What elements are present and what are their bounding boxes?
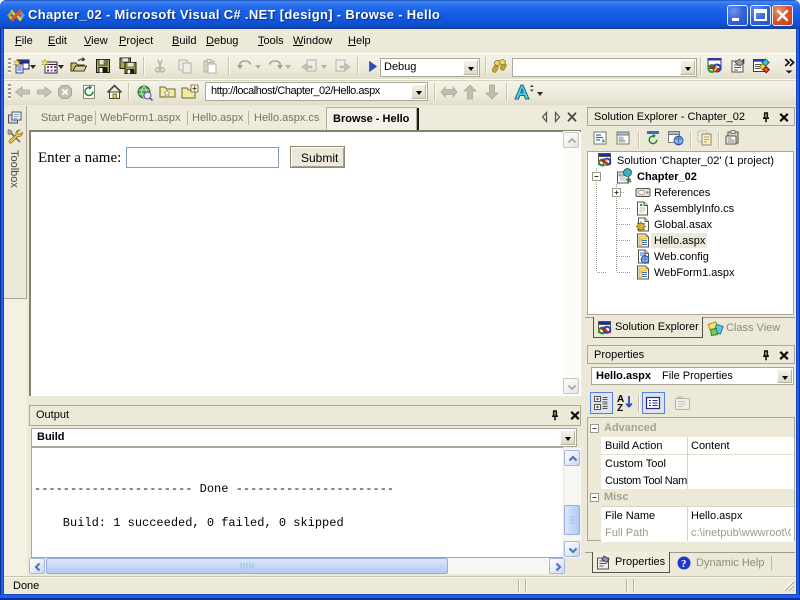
svg-text:Z: Z [617,403,623,413]
svg-text:?: ? [681,558,687,570]
